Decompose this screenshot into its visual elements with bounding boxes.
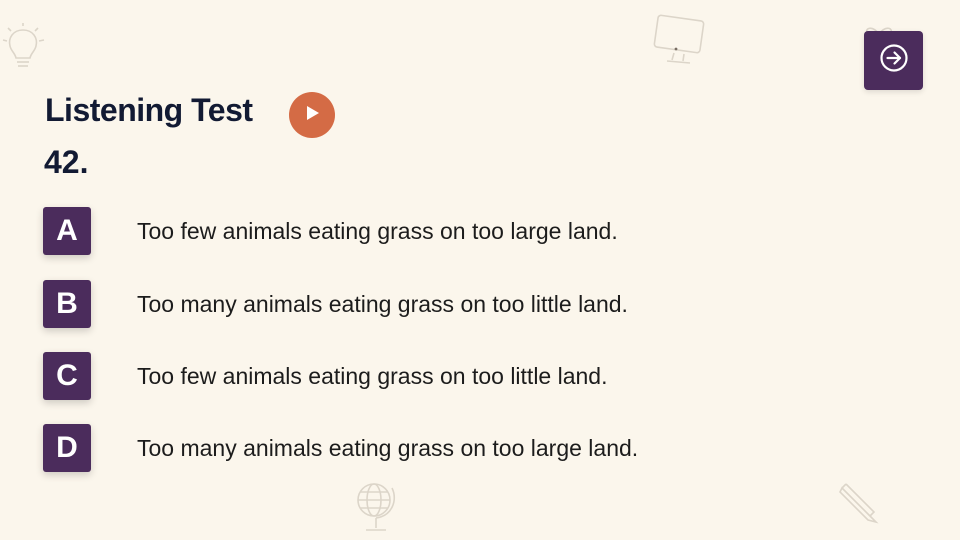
option-b[interactable]: B Too many animals eating grass on too l… (43, 280, 723, 328)
pencil-icon (836, 480, 882, 526)
page-title: Listening Test (45, 92, 253, 128)
option-letter-badge: D (43, 424, 91, 472)
option-c[interactable]: C Too few animals eating grass on too li… (43, 352, 723, 400)
lightbulb-icon (0, 22, 46, 74)
option-text: Too few animals eating grass on too larg… (137, 218, 618, 244)
next-slide-button[interactable] (864, 31, 923, 90)
option-letter-badge: C (43, 352, 91, 400)
option-letter-badge: A (43, 207, 91, 255)
play-audio-button[interactable] (289, 92, 335, 138)
option-d[interactable]: D Too many animals eating grass on too l… (43, 424, 723, 472)
option-a[interactable]: A Too few animals eating grass on too la… (43, 207, 723, 255)
arrow-right-circle-icon (879, 43, 909, 78)
option-text: Too many animals eating grass on too lar… (137, 435, 639, 461)
option-text: Too many animals eating grass on too lit… (137, 291, 628, 317)
option-text: Too few animals eating grass on too litt… (137, 363, 608, 389)
play-icon (303, 104, 321, 127)
option-letter-badge: B (43, 280, 91, 328)
computer-monitor-icon (650, 12, 708, 66)
globe-icon (352, 478, 398, 538)
question-number: 42. (44, 144, 89, 180)
